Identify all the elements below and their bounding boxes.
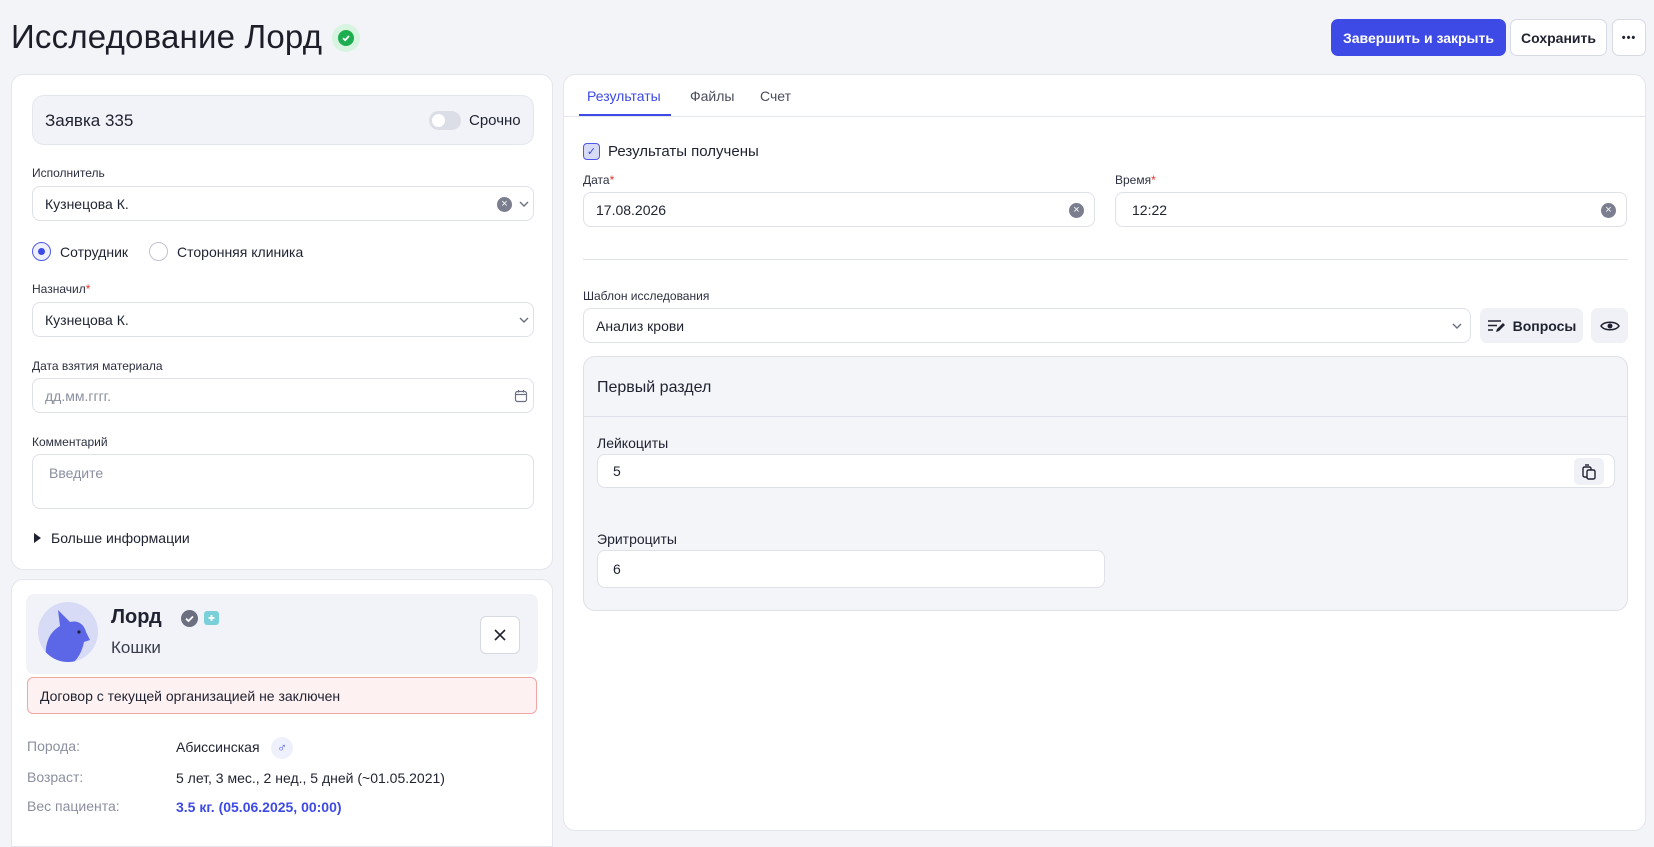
toggle-knob [432,114,445,127]
more-info-label: Больше информации [51,530,190,546]
cat-avatar-icon [38,602,98,662]
material-date-placeholder: дд.мм.гггг. [45,387,111,404]
urgent-label: Срочно [469,112,521,129]
urgent-toggle[interactable] [429,111,461,130]
results-card: Результаты Файлы Счет ✓ Результаты получ… [563,74,1646,831]
close-patient-button[interactable] [480,616,520,654]
contract-alert-text: Договор с текущей организацией не заключ… [40,688,341,704]
leukocytes-input[interactable]: 5 [597,454,1615,488]
radio-external-clinic-label: Сторонняя клиника [177,244,304,260]
comment-label: Комментарий [32,435,108,449]
radio-employee-label: Сотрудник [60,244,129,260]
template-label: Шаблон исследования [583,289,710,303]
tab-bar: Результаты Файлы Счет [564,75,1645,117]
date-label: Дата* [583,173,615,187]
contract-alert: Договор с текущей организацией не заключ… [27,677,537,714]
tab-invoice[interactable]: Счет [760,88,791,104]
time-label: Время* [1115,173,1156,187]
finish-and-close-button[interactable]: Завершить и закрыть [1331,19,1506,56]
male-sex-icon: ♂ [271,737,293,759]
questions-label: Вопросы [1512,317,1577,334]
clear-icon[interactable]: × [1601,203,1616,218]
patient-name: Лорд [111,606,162,628]
date-value: 17.08.2026 [596,201,667,218]
tab-files[interactable]: Файлы [690,88,734,104]
age-value: 5 лет, 3 мес., 2 нед., 5 дней (~01.05.20… [176,770,445,786]
weight-label: Вес пациента: [27,798,120,814]
template-value: Анализ крови [596,317,685,334]
radio-employee[interactable] [32,242,51,261]
chevron-down-icon [519,317,529,323]
patient-header: Лорд Кошки [26,594,538,674]
edit-list-icon [1487,319,1505,332]
divider [583,259,1628,260]
medical-kit-icon [204,611,219,625]
comment-placeholder: Введите [49,465,104,481]
calendar-icon[interactable] [514,389,528,403]
breed-label: Порода: [27,738,80,754]
weight-link[interactable]: 3.5 кг. (05.06.2025, 00:00) [176,799,342,815]
breed-value: Абиссинская [176,739,260,755]
close-icon [494,629,506,641]
clear-icon[interactable]: × [497,197,512,212]
more-info-toggle[interactable]: Больше информации [34,530,190,546]
date-input[interactable]: 17.08.2026 × [583,192,1095,227]
template-select[interactable]: Анализ крови [583,308,1471,343]
more-menu-button[interactable]: ••• [1612,19,1646,56]
material-date-input[interactable]: дд.мм.гггг. [32,378,534,413]
clear-icon[interactable]: × [1069,203,1084,218]
verified-icon [332,24,360,52]
tab-results[interactable]: Результаты [587,88,661,104]
active-tab-indicator [579,114,671,116]
age-label: Возраст: [27,769,84,785]
executor-select[interactable]: Кузнецова К. × [32,186,534,221]
chevron-down-icon [1452,323,1462,329]
assigned-value: Кузнецова К. [45,311,129,328]
executor-label: Исполнитель [32,166,105,180]
eye-icon [1599,321,1620,330]
preview-button[interactable] [1591,308,1628,343]
results-received-label: Результаты получены [608,143,759,160]
erythrocytes-label: Эритроциты [597,531,677,547]
save-button[interactable]: Сохранить [1510,19,1607,56]
questions-button[interactable]: Вопросы [1480,308,1583,343]
patient-card: Лорд Кошки Договор с текущей организацие… [11,579,553,847]
triangle-right-icon [34,533,41,543]
section-title: Первый раздел [597,379,712,396]
copy-button[interactable] [1574,458,1604,485]
chevron-down-icon [519,201,529,207]
order-form-card: Заявка 335 Срочно Исполнитель Кузнецова … [11,74,553,570]
page-title: Исследование Лорд [11,18,323,55]
leukocytes-label: Лейкоциты [597,435,669,451]
patient-species: Кошки [111,638,161,657]
radio-external-clinic[interactable] [149,242,168,261]
assigned-select[interactable]: Кузнецова К. [32,302,534,337]
order-header: Заявка 335 Срочно [32,95,534,145]
executor-value: Кузнецова К. [45,195,129,212]
material-date-label: Дата взятия материала [32,359,163,373]
leukocytes-value: 5 [613,463,621,479]
section-header: Первый раздел [584,357,1627,417]
page-header: Исследование Лорд Завершить и закрыть Со… [0,0,1654,74]
results-received-checkbox[interactable]: ✓ [583,143,600,160]
more-dots-icon: ••• [1621,31,1637,44]
time-input[interactable]: 12:22 × [1115,192,1627,227]
erythrocytes-value: 6 [613,561,621,577]
order-title: Заявка 335 [45,111,134,130]
assigned-label: Назначил* [32,282,91,296]
comment-textarea[interactable]: Введите [32,454,534,509]
verified-icon [181,610,198,627]
result-section: Первый раздел Лейкоциты 5 Эритроциты 6 [583,356,1628,611]
copy-icon [1582,463,1596,480]
erythrocytes-input[interactable]: 6 [597,550,1105,588]
time-value: 12:22 [1132,201,1168,218]
